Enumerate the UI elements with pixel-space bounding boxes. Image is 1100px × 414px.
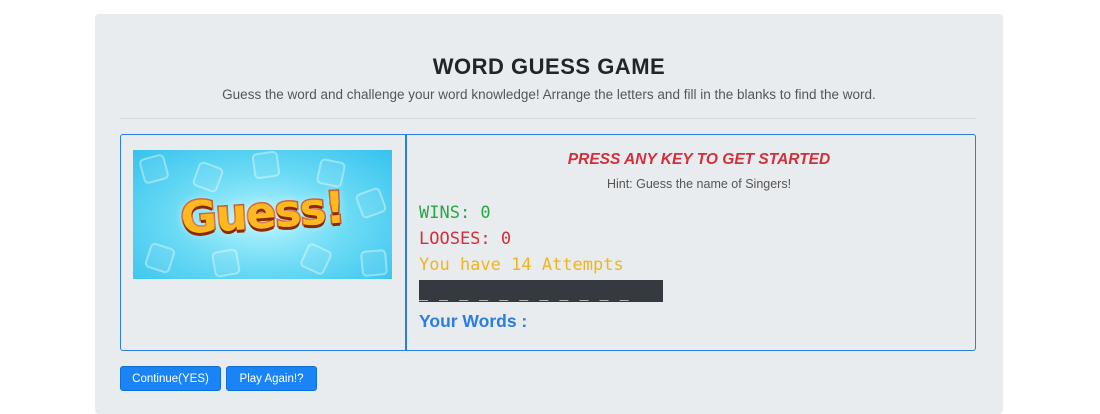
background-tile [298,241,334,277]
background-tile [251,150,281,180]
play-again-button[interactable]: Play Again!? [226,366,317,391]
looses-counter: LOOSES: 0 [419,229,512,249]
word-blanks: _ _ _ _ _ _ _ _ _ _ _ [419,280,663,302]
game-panel: WORD GUESS GAME Guess the word and chall… [95,14,1003,414]
continue-button[interactable]: Continue(YES) [120,366,221,391]
page-subtitle: Guess the word and challenge your word k… [222,87,876,102]
your-words-label: Your Words : [419,311,528,331]
image-column: Guess! [121,135,407,350]
game-box: Guess! PRESS ANY KEY TO GET STARTED Hint… [120,134,976,351]
guess-logo-image: Guess! [133,150,392,279]
start-prompt: PRESS ANY KEY TO GET STARTED [567,151,831,168]
guess-logo-text: Guess! [178,181,348,246]
background-tile [191,160,225,194]
wins-counter: WINS: 0 [419,203,491,223]
hint-text: Hint: Guess the name of Singers! [606,177,792,191]
background-tile [138,153,170,185]
background-tile [359,248,389,278]
page-title: WORD GUESS GAME [432,54,666,79]
background-tile [210,247,242,279]
divider [120,118,976,119]
attempts-counter: You have 14 Attempts [419,255,624,275]
info-column: PRESS ANY KEY TO GET STARTED Hint: Guess… [419,135,969,350]
